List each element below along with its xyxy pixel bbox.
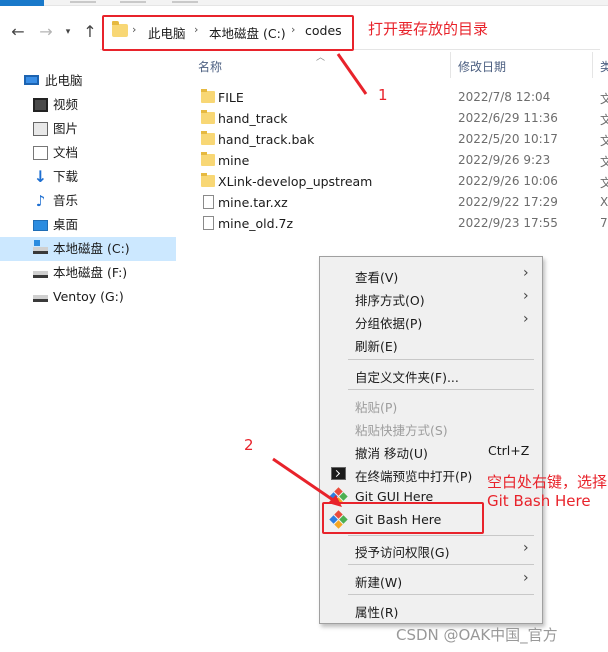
file-row-mine-old-7z[interactable]: mine_old.7z 2022/9/23 17:55 7: [190, 213, 608, 234]
sidebar-item-this-pc[interactable]: 此电脑: [0, 69, 176, 93]
pictures-icon: [33, 122, 48, 136]
back-arrow-icon[interactable]: ←: [8, 22, 28, 42]
sort-ascending-icon: ︿: [316, 53, 326, 63]
recent-chevron-down-icon[interactable]: ▾: [58, 22, 78, 42]
submenu-arrow-icon: ›: [523, 570, 529, 586]
ribbon-tab-file[interactable]: [0, 0, 44, 6]
desktop-icon: [33, 220, 48, 231]
submenu-arrow-icon: ›: [523, 540, 529, 556]
menu-item-give-access[interactable]: 授予访问权限(G) ›: [320, 538, 542, 561]
menu-item-paste-shortcut[interactable]: 粘贴快捷方式(S): [320, 416, 542, 439]
file-row-hand-track[interactable]: hand_track 2022/6/29 11:36 文: [190, 108, 608, 129]
menu-separator: [348, 389, 534, 390]
file-row-xlink[interactable]: XLink-develop_upstream 2022/9/26 10:06 文: [190, 171, 608, 192]
ribbon-tab[interactable]: [172, 1, 198, 3]
ribbon-tab[interactable]: [120, 1, 146, 3]
column-header-type[interactable]: 类: [600, 58, 608, 75]
menu-separator: [348, 359, 534, 360]
sidebar-item-ventoy[interactable]: Ventoy (G:): [0, 285, 176, 309]
menu-item-undo-move[interactable]: 撤消 移动(U) Ctrl+Z: [320, 439, 542, 462]
column-divider[interactable]: [450, 52, 451, 78]
submenu-arrow-icon: ›: [523, 288, 529, 304]
file-icon: [203, 216, 214, 230]
menu-separator: [348, 564, 534, 565]
file-row-file[interactable]: FILE 2022/7/8 12:04 文: [190, 87, 608, 108]
menu-separator: [348, 594, 534, 595]
annotation-note-2-line2: Git Bash Here: [487, 492, 591, 510]
sidebar-item-downloads[interactable]: ↓ 下载: [0, 165, 176, 189]
submenu-arrow-icon: ›: [523, 311, 529, 327]
menu-item-new[interactable]: 新建(W) ›: [320, 568, 542, 591]
watermark: CSDN @OAK中国_官方: [396, 626, 558, 644]
documents-icon: [33, 146, 48, 160]
sidebar-item-drive-f[interactable]: 本地磁盘 (F:): [0, 261, 176, 285]
sidebar-item-desktop[interactable]: 桌面: [0, 213, 176, 237]
sidebar-item-drive-c[interactable]: 本地磁盘 (C:): [0, 237, 176, 261]
annotation-arrow-2: [272, 457, 342, 507]
computer-icon: [24, 75, 39, 85]
sidebar-item-documents[interactable]: 文档: [0, 141, 176, 165]
folder-icon: [201, 173, 215, 187]
annotation-note-2-line1: 空白处右键，选择: [487, 473, 608, 491]
menu-item-group[interactable]: 分组依据(P) ›: [320, 309, 542, 332]
annotation-note-1: 打开要存放的目录: [368, 20, 489, 38]
file-icon: [203, 195, 214, 209]
menu-item-customize-folder[interactable]: 自定义文件夹(F)...: [320, 363, 542, 386]
folder-icon: [201, 131, 215, 145]
submenu-arrow-icon: ›: [523, 265, 529, 281]
menu-item-refresh[interactable]: 刷新(E): [320, 332, 542, 355]
forward-arrow-icon[interactable]: →: [36, 22, 56, 42]
annotation-address-box: [102, 15, 354, 51]
menu-separator: [348, 535, 534, 536]
menu-item-paste[interactable]: 粘贴(P): [320, 393, 542, 416]
file-row-hand-track-bak[interactable]: hand_track.bak 2022/5/20 10:17 文: [190, 129, 608, 150]
menu-item-sort[interactable]: 排序方式(O) ›: [320, 286, 542, 309]
sidebar-item-videos[interactable]: 视频: [0, 93, 176, 117]
video-icon: [33, 98, 48, 112]
menu-item-view[interactable]: 查看(V) ›: [320, 263, 542, 286]
file-row-mine-tar-xz[interactable]: mine.tar.xz 2022/9/22 17:29 X: [190, 192, 608, 213]
ribbon: [0, 0, 608, 6]
folder-icon: [201, 110, 215, 124]
folder-icon: [201, 152, 215, 166]
drive-icon: [33, 271, 48, 278]
ribbon-tab[interactable]: [70, 1, 96, 3]
sidebar-item-music[interactable]: ♪ 音乐: [0, 189, 176, 213]
column-header-modified[interactable]: 修改日期: [458, 58, 506, 75]
column-header-name[interactable]: 名称: [198, 58, 222, 75]
annotation-step-2: 2: [244, 436, 254, 454]
music-icon: ♪: [35, 192, 46, 210]
file-row-mine[interactable]: mine 2022/9/26 9:23 文: [190, 150, 608, 171]
drive-icon: [33, 295, 48, 302]
download-icon: ↓: [33, 167, 48, 186]
up-arrow-icon[interactable]: ↑: [80, 22, 100, 42]
menu-item-properties[interactable]: 属性(R): [320, 598, 542, 621]
column-divider[interactable]: [592, 52, 593, 78]
folder-icon: [201, 89, 215, 103]
context-menu: 查看(V) › 排序方式(O) › 分组依据(P) › 刷新(E) 自定义文件夹…: [319, 256, 543, 624]
drive-icon: [33, 240, 48, 254]
sidebar-item-pictures[interactable]: 图片: [0, 117, 176, 141]
